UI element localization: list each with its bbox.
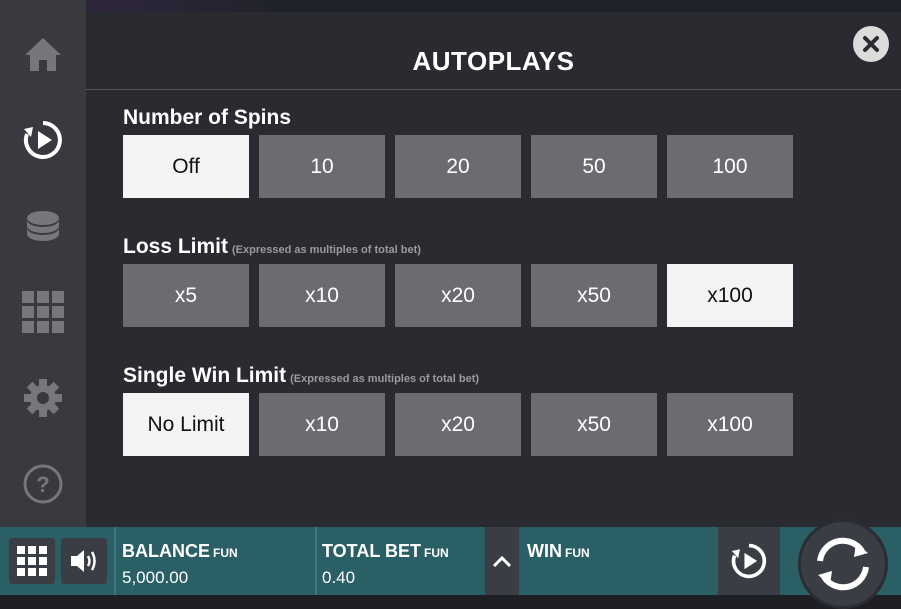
- loss-limit-option[interactable]: x10: [259, 264, 385, 327]
- title-divider: [86, 89, 901, 90]
- spins-option[interactable]: 20: [395, 135, 521, 198]
- loss-limit-options: x5 x10 x20 x50 x100: [123, 264, 793, 327]
- win-currency: FUN: [565, 546, 590, 560]
- loss-limit-option[interactable]: x50: [531, 264, 657, 327]
- total-bet-currency: FUN: [424, 546, 449, 560]
- win-label-text: WIN: [527, 541, 562, 561]
- loss-limit-hint: (Expressed as multiples of total bet): [232, 244, 421, 256]
- side-menu: ?: [0, 0, 86, 527]
- loss-limit-section-label: Loss Limit (Expressed as multiples of tot…: [123, 235, 421, 259]
- win-limit-options: No Limit x10 x20 x50 x100: [123, 393, 793, 456]
- svg-text:?: ?: [36, 472, 49, 497]
- win-limit-section-label: Single Win Limit (Expressed as multiples …: [123, 364, 479, 388]
- win-limit-hint: (Expressed as multiples of total bet): [290, 373, 480, 385]
- spins-label: Number of Spins: [123, 106, 292, 129]
- spins-option[interactable]: 10: [259, 135, 385, 198]
- bet-up-button[interactable]: [485, 527, 519, 595]
- win-limit-option[interactable]: x100: [667, 393, 793, 456]
- win-limit-option[interactable]: No Limit: [123, 393, 249, 456]
- loss-limit-option[interactable]: x20: [395, 264, 521, 327]
- balance-label: BALANCE FUN: [122, 541, 238, 562]
- dialog-title: AUTOPLAYS: [412, 46, 575, 76]
- autoplay-icon[interactable]: [19, 116, 67, 164]
- close-button[interactable]: [853, 26, 889, 62]
- win-limit-label: Single Win Limit: [123, 364, 287, 387]
- chevron-up-icon: [492, 555, 512, 568]
- win-label: WIN FUN: [527, 541, 590, 562]
- grid-icon[interactable]: [19, 288, 67, 336]
- spins-options: Off 10 20 50 100: [123, 135, 793, 198]
- autoplay-icon: [731, 543, 767, 579]
- autoplay-button[interactable]: [718, 527, 780, 595]
- close-icon: [863, 36, 879, 52]
- separator: [315, 527, 317, 595]
- loss-limit-option[interactable]: x5: [123, 264, 249, 327]
- balance-label-text: BALANCE: [122, 541, 210, 561]
- spins-option[interactable]: 100: [667, 135, 793, 198]
- loss-limit-label: Loss Limit: [123, 235, 229, 258]
- spins-option[interactable]: 50: [531, 135, 657, 198]
- sound-button[interactable]: [61, 538, 107, 584]
- spin-icon: [817, 537, 869, 591]
- spins-section-label: Number of Spins: [123, 106, 291, 130]
- win-limit-option[interactable]: x50: [531, 393, 657, 456]
- spins-option[interactable]: Off: [123, 135, 249, 198]
- coins-icon[interactable]: [19, 202, 67, 250]
- separator: [114, 527, 116, 595]
- win-limit-option[interactable]: x20: [395, 393, 521, 456]
- grid-menu-icon: [17, 546, 47, 576]
- speaker-icon: [71, 550, 96, 572]
- win-limit-option[interactable]: x10: [259, 393, 385, 456]
- gear-icon[interactable]: [19, 374, 67, 422]
- total-bet-value: 0.40: [322, 568, 356, 587]
- help-icon[interactable]: ?: [19, 460, 67, 508]
- total-bet-label-text: TOTAL BET: [322, 541, 421, 561]
- menu-button[interactable]: [9, 538, 55, 584]
- balance-currency: FUN: [213, 546, 238, 560]
- balance-value: 5,000.00: [122, 568, 189, 587]
- loss-limit-option[interactable]: x100: [667, 264, 793, 327]
- spin-button[interactable]: [798, 519, 888, 609]
- total-bet-label: TOTAL BET FUN: [322, 541, 449, 562]
- home-icon[interactable]: [19, 30, 67, 78]
